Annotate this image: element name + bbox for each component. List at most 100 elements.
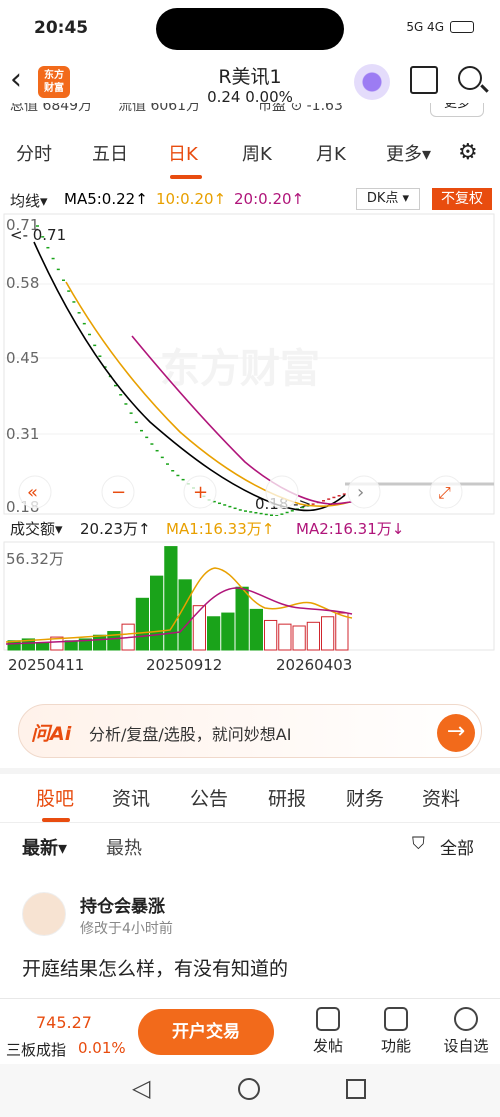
more-button[interactable]: 更多	[430, 103, 484, 117]
tab-daily-k[interactable]: 日K	[168, 140, 198, 166]
sort-hot[interactable]: 最热	[106, 834, 142, 860]
volume-bar	[178, 579, 192, 651]
tab-forum[interactable]: 股吧	[36, 784, 74, 811]
vol-ma1-label: MA1:16.33万↑	[166, 520, 275, 538]
dk-point-selector[interactable]: DK点 ▾	[356, 188, 420, 210]
zoom-in-icon: +	[193, 482, 208, 503]
zoom-controls: « − + › ⤢	[18, 475, 463, 509]
nav-home-icon[interactable]	[238, 1078, 260, 1100]
volume-bar	[135, 597, 149, 651]
ma10-label: 10:0.20↑	[156, 190, 227, 208]
y-tick: 0.58	[6, 274, 39, 292]
x-date-label: 20260403	[276, 656, 352, 674]
ai-arrow-button[interactable]: →	[437, 714, 475, 752]
zoom-out-icon: −	[111, 482, 126, 503]
index-name: 三板成指	[6, 1041, 67, 1059]
add-watchlist-label: 设自选	[443, 1037, 489, 1055]
tab-research[interactable]: 研报	[268, 784, 306, 811]
max-price-label: <- 0.71	[10, 226, 66, 244]
x-date-label: 20250411	[8, 656, 84, 674]
tab-profile[interactable]: 资料	[422, 784, 460, 811]
scroll-right-icon: ›	[357, 482, 364, 503]
kline-svg: 东方财富 0.71 0.58 0.45 0.31 0.18 <- 0.71 0.…	[3, 213, 495, 517]
functions-label: 功能	[380, 1037, 411, 1055]
compose-icon	[316, 1007, 340, 1031]
volume-bar	[164, 546, 178, 651]
volume-chart[interactable]: 56.32万 20250411 20250912 20260403	[0, 540, 500, 690]
more-icon	[454, 1007, 478, 1031]
nav-recents-icon[interactable]	[346, 1079, 366, 1099]
gear-icon[interactable]: ⚙	[458, 140, 478, 165]
tab-five-day[interactable]: 五日	[92, 140, 128, 166]
grid-icon	[384, 1007, 408, 1031]
volume-bar	[221, 612, 235, 651]
search-icon[interactable]	[458, 66, 482, 90]
assistant-avatar[interactable]	[354, 64, 390, 100]
post-content[interactable]: 开庭结果怎么样，有没有知道的	[22, 954, 288, 981]
fullscreen-icon: ⤢	[438, 483, 451, 502]
tab-monthly-k[interactable]: 月K	[316, 140, 346, 166]
ai-prompt-text: 分析/复盘/选股，就问妙想AI	[89, 725, 292, 744]
tab-news[interactable]: 资讯	[112, 784, 150, 811]
camera-pill	[156, 8, 344, 50]
tab-announcements[interactable]: 公告	[190, 784, 228, 811]
add-watchlist-button[interactable]: 设自选	[438, 1007, 494, 1056]
ai-logo: 问Ai	[31, 723, 72, 745]
volume-bar	[321, 616, 335, 651]
stock-info-row: 总值 6849万 流值 6061万 市盈 ⊙ -1.63 更多	[0, 103, 500, 121]
section-divider	[0, 768, 500, 774]
post-button[interactable]: 发帖	[300, 1007, 356, 1056]
tab-more[interactable]: 更多▾	[386, 140, 431, 166]
x-date-label: 20250912	[146, 656, 222, 674]
volume-bar	[264, 619, 278, 651]
post-timestamp: 修改于4小时前	[80, 921, 173, 937]
sort-latest[interactable]: 最新▾	[22, 834, 67, 860]
filter-icon[interactable]: ⛉	[412, 834, 425, 854]
signal-icon: 5G 4G	[406, 20, 444, 34]
status-icons: 5G 4G	[406, 20, 474, 34]
news-tabs: 股吧 资讯 公告 研报 财务 资料	[0, 780, 500, 822]
post-username[interactable]: 持仓会暴涨	[80, 892, 165, 917]
open-account-button[interactable]: 开户交易	[138, 1009, 274, 1055]
avatar[interactable]	[22, 892, 66, 936]
sort-row: 最新▾ 最热 ⛉ 全部	[0, 834, 500, 866]
ma5-label: MA5:0.22↑	[64, 190, 148, 208]
scroll-left-icon: «	[27, 482, 38, 503]
y-tick: 0.31	[6, 425, 39, 443]
ma-legend: 均线▾ MA5:0.22↑ 10:0.20↑ 20:0.20↑ DK点 ▾ 不复…	[0, 188, 500, 212]
volume-max-label: 56.32万	[6, 550, 64, 568]
volume-svg: 56.32万 20250411 20250912 20260403	[3, 541, 495, 674]
volume-bar	[335, 612, 349, 651]
volume-bar	[292, 625, 306, 651]
functions-button[interactable]: 功能	[368, 1007, 424, 1056]
chart-period-tabs: 分时 五日 日K 周K 月K 更多▾ ⚙	[0, 140, 500, 180]
watermark: 东方财富	[160, 346, 320, 392]
battery-icon	[450, 21, 474, 33]
total-value: 总值 6849万	[10, 103, 93, 114]
no-adjust-button[interactable]: 不复权	[432, 188, 492, 210]
filter-all[interactable]: 全部	[440, 834, 474, 859]
pe-value: 市盈 ⊙ -1.63	[258, 103, 343, 114]
volume-legend: 成交额▾ 20.23万↑ MA1:16.33万↑ MA2:16.31万↓	[0, 516, 500, 540]
volume-value: 20.23万↑	[80, 520, 151, 538]
ma20-label: 20:0.20↑	[234, 190, 305, 208]
tab-intraday[interactable]: 分时	[16, 140, 52, 166]
volume-bar	[93, 634, 107, 651]
volume-bar	[207, 616, 221, 651]
volume-selector[interactable]: 成交额▾	[10, 518, 63, 539]
volume-bar	[235, 586, 249, 651]
ai-assistant-bar[interactable]: 问Ai 分析/复盘/选股，就问妙想AI →	[18, 704, 482, 758]
tab-weekly-k[interactable]: 周K	[242, 140, 272, 166]
ma-selector[interactable]: 均线▾	[10, 190, 48, 211]
float-value: 流值 6061万	[118, 103, 201, 114]
y-tick: 0.45	[6, 349, 39, 367]
tab-finance[interactable]: 财务	[346, 784, 384, 811]
scroll-back-button[interactable]	[265, 475, 299, 509]
nav-back-icon[interactable]: ◁	[132, 1074, 150, 1102]
system-nav-bar: ◁	[0, 1064, 500, 1117]
tab-divider	[0, 822, 500, 823]
active-tab-indicator	[170, 175, 202, 179]
index-change: 0.01%	[78, 1039, 126, 1057]
share-icon[interactable]	[410, 66, 438, 94]
kline-chart[interactable]: 东方财富 0.71 0.58 0.45 0.31 0.18 <- 0.71 0.…	[0, 212, 500, 517]
